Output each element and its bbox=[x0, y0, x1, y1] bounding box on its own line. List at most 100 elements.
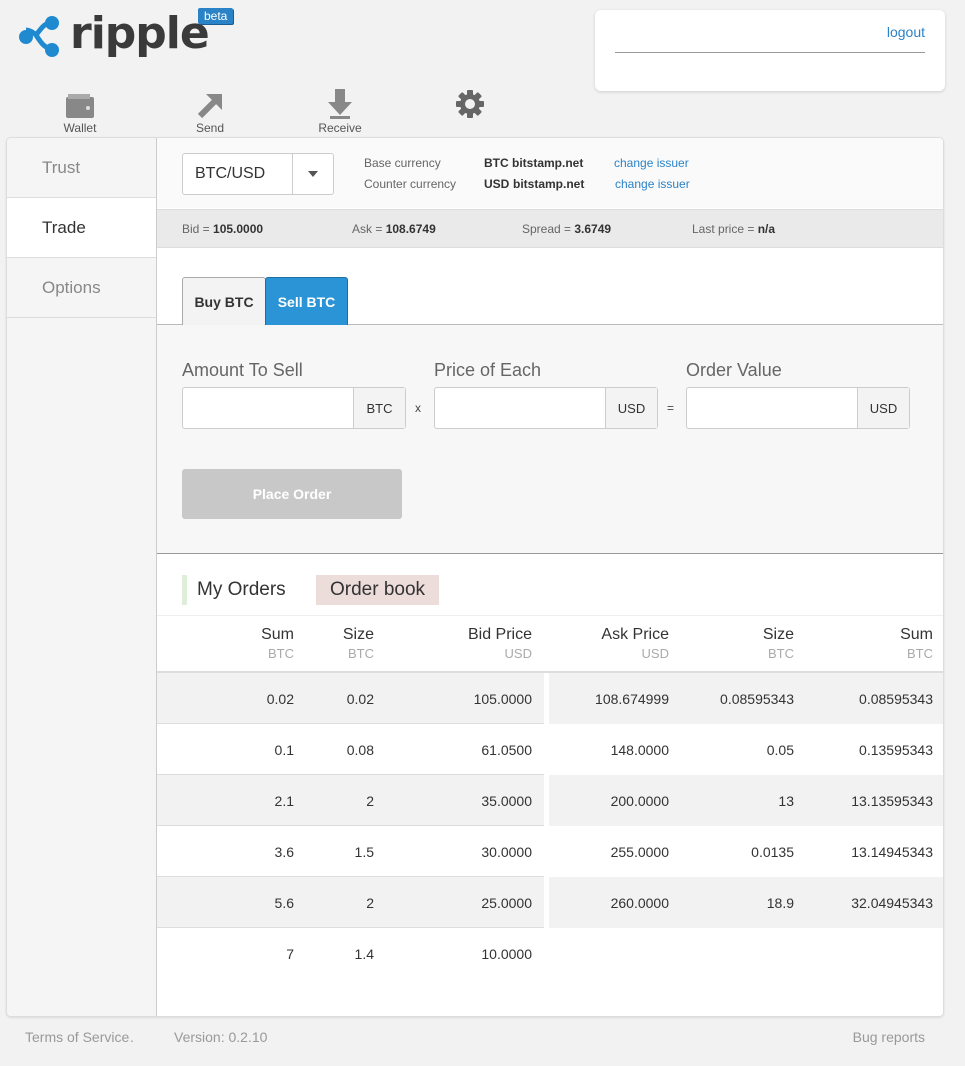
header-bid-price: Bid Price USD bbox=[467, 626, 532, 661]
counter-currency-code: USD bbox=[484, 177, 510, 191]
order-book-rows: 0.02 0.02 105.0000 108.674999 0.08595343… bbox=[157, 673, 943, 979]
nav-receive-label: Receive bbox=[318, 121, 362, 135]
price-field[interactable]: USD bbox=[434, 387, 658, 429]
bid-price[interactable]: 105.0000 bbox=[474, 691, 532, 707]
change-base-issuer-link[interactable]: change issuer bbox=[614, 156, 689, 170]
sidebar-item-trust[interactable]: Trust bbox=[7, 138, 156, 198]
bid-price[interactable]: 61.0500 bbox=[481, 742, 532, 758]
ticker-ask: Ask = 108.6749 bbox=[352, 222, 436, 236]
bid-sum: 2.1 bbox=[274, 793, 294, 809]
place-order-button[interactable]: Place Order bbox=[182, 469, 402, 519]
ask-size: 0.05 bbox=[766, 742, 794, 758]
bid-price[interactable]: 35.0000 bbox=[481, 793, 532, 809]
ticker-last-price: Last price = n/a bbox=[692, 222, 776, 236]
wallet-icon bbox=[40, 87, 120, 119]
equals-sign: = bbox=[667, 401, 675, 415]
header-bid-size: Size BTC bbox=[342, 626, 374, 661]
nav-settings[interactable] bbox=[430, 87, 510, 119]
ask-size: 13 bbox=[778, 793, 794, 809]
bid-size: 0.08 bbox=[346, 742, 374, 758]
bid-sum: 7 bbox=[286, 946, 294, 962]
bid-price[interactable]: 30.0000 bbox=[481, 844, 532, 860]
tab-buy-btc[interactable]: Buy BTC bbox=[182, 277, 266, 325]
table-row: 0.02 0.02 105.0000 108.674999 0.08595343… bbox=[157, 673, 943, 724]
sidebar-item-options[interactable]: Options bbox=[7, 258, 156, 318]
ask-price[interactable]: 148.0000 bbox=[611, 742, 669, 758]
divider bbox=[615, 52, 925, 53]
order-book-header: Sum BTC Size BTC Bid Price USD Ask Price USD… bbox=[157, 615, 943, 673]
bid-size: 1.5 bbox=[354, 844, 374, 860]
bid-sum: 0.02 bbox=[266, 691, 294, 707]
ask-sum: 13.13595343 bbox=[851, 793, 933, 809]
order-value-label: Order Value bbox=[686, 360, 782, 380]
ask-price[interactable]: 260.0000 bbox=[611, 895, 669, 911]
counter-currency-label: Counter currency bbox=[364, 177, 457, 191]
version-text: Version: 0.2.10 bbox=[174, 1029, 268, 1045]
amount-field[interactable]: BTC bbox=[182, 387, 406, 429]
header-ask-sum: Sum BTC bbox=[900, 626, 933, 661]
bug-reports-link[interactable]: Bug reports bbox=[853, 1029, 925, 1045]
user-box: logout bbox=[595, 10, 945, 91]
order-value-unit: USD bbox=[857, 388, 909, 428]
pair-select[interactable]: BTC/USD bbox=[182, 153, 334, 195]
ripple-logo-icon bbox=[19, 16, 59, 57]
receive-arrow-icon bbox=[300, 87, 380, 119]
table-row: 0.1 0.08 61.0500 148.0000 0.05 0.1359534… bbox=[157, 724, 943, 775]
nav-wallet-label: Wallet bbox=[63, 121, 97, 135]
sidebar-item-trade[interactable]: Trade bbox=[7, 198, 156, 258]
header-ask-size: Size BTC bbox=[762, 626, 794, 661]
amount-label: Amount To Sell bbox=[182, 360, 303, 380]
ask-sum: 0.13595343 bbox=[859, 742, 933, 758]
ticker-bar: Bid = 105.0000 Ask = 108.6749 Spread = 3… bbox=[157, 209, 943, 248]
base-currency-code: BTC bbox=[484, 156, 509, 170]
orders-header: My Orders Order book bbox=[157, 555, 943, 615]
ripple-logo[interactable]: ripple beta bbox=[18, 8, 248, 62]
ask-sum: 13.14945343 bbox=[851, 844, 933, 860]
beta-badge: beta bbox=[198, 8, 234, 24]
tab-order-book[interactable]: Order book bbox=[316, 575, 440, 605]
nav-send[interactable]: Send bbox=[170, 87, 250, 135]
header-ask-price: Ask Price USD bbox=[601, 626, 669, 661]
table-row: 3.6 1.5 30.0000 255.0000 0.0135 13.14945… bbox=[157, 826, 943, 877]
ask-price[interactable]: 255.0000 bbox=[611, 844, 669, 860]
ask-price[interactable]: 108.674999 bbox=[595, 691, 669, 707]
base-currency-label: Base currency bbox=[364, 156, 441, 170]
bid-price[interactable]: 25.0000 bbox=[481, 895, 532, 911]
terms-of-service-link[interactable]: Terms of Service bbox=[25, 1029, 129, 1045]
ask-price[interactable]: 200.0000 bbox=[611, 793, 669, 809]
ticker-spread: Spread = 3.6749 bbox=[522, 222, 612, 236]
logout-link[interactable]: logout bbox=[887, 24, 925, 40]
send-arrow-icon bbox=[170, 87, 250, 119]
header-bid-sum: Sum BTC bbox=[261, 626, 294, 661]
base-currency-issuer: bitstamp.net bbox=[512, 156, 584, 170]
order-form: Amount To Sell BTC x Price of Each USD =… bbox=[157, 325, 943, 554]
tab-sell-btc[interactable]: Sell BTC bbox=[265, 277, 348, 325]
nav-receive[interactable]: Receive bbox=[300, 87, 380, 135]
table-row: 7 1.4 10.0000 bbox=[157, 928, 943, 979]
tab-my-orders[interactable]: My Orders bbox=[182, 575, 286, 605]
ask-sum: 0.08595343 bbox=[859, 691, 933, 707]
bid-sum: 3.6 bbox=[274, 844, 294, 860]
bid-size: 0.02 bbox=[346, 691, 374, 707]
ask-sum: 32.04945343 bbox=[851, 895, 933, 911]
sidebar: Trust Trade Options bbox=[7, 138, 157, 1016]
change-counter-issuer-link[interactable]: change issuer bbox=[615, 177, 690, 191]
bid-size: 1.4 bbox=[354, 946, 374, 962]
ask-size: 0.08595343 bbox=[720, 691, 794, 707]
price-unit: USD bbox=[605, 388, 657, 428]
bid-price[interactable]: 10.0000 bbox=[481, 946, 532, 962]
pair-select-value: BTC/USD bbox=[195, 165, 266, 182]
chevron-down-icon bbox=[292, 154, 333, 194]
order-value-field[interactable]: USD bbox=[686, 387, 910, 429]
ticker-bid: Bid = 105.0000 bbox=[182, 222, 264, 236]
gear-icon bbox=[430, 87, 510, 119]
bid-size: 2 bbox=[366, 793, 374, 809]
bid-sum: 0.1 bbox=[274, 742, 294, 758]
ask-size: 18.9 bbox=[766, 895, 794, 911]
counter-currency-issuer: bitstamp.net bbox=[513, 177, 585, 191]
nav-wallet[interactable]: Wallet bbox=[40, 87, 120, 135]
currency-pair-row: BTC/USD Base currency BTC bitstamp.net c… bbox=[157, 138, 943, 208]
nav-send-label: Send bbox=[195, 121, 225, 135]
times-sign: x bbox=[415, 401, 421, 415]
main-panel: Trust Trade Options BTC/USD Base currenc… bbox=[6, 137, 944, 1017]
